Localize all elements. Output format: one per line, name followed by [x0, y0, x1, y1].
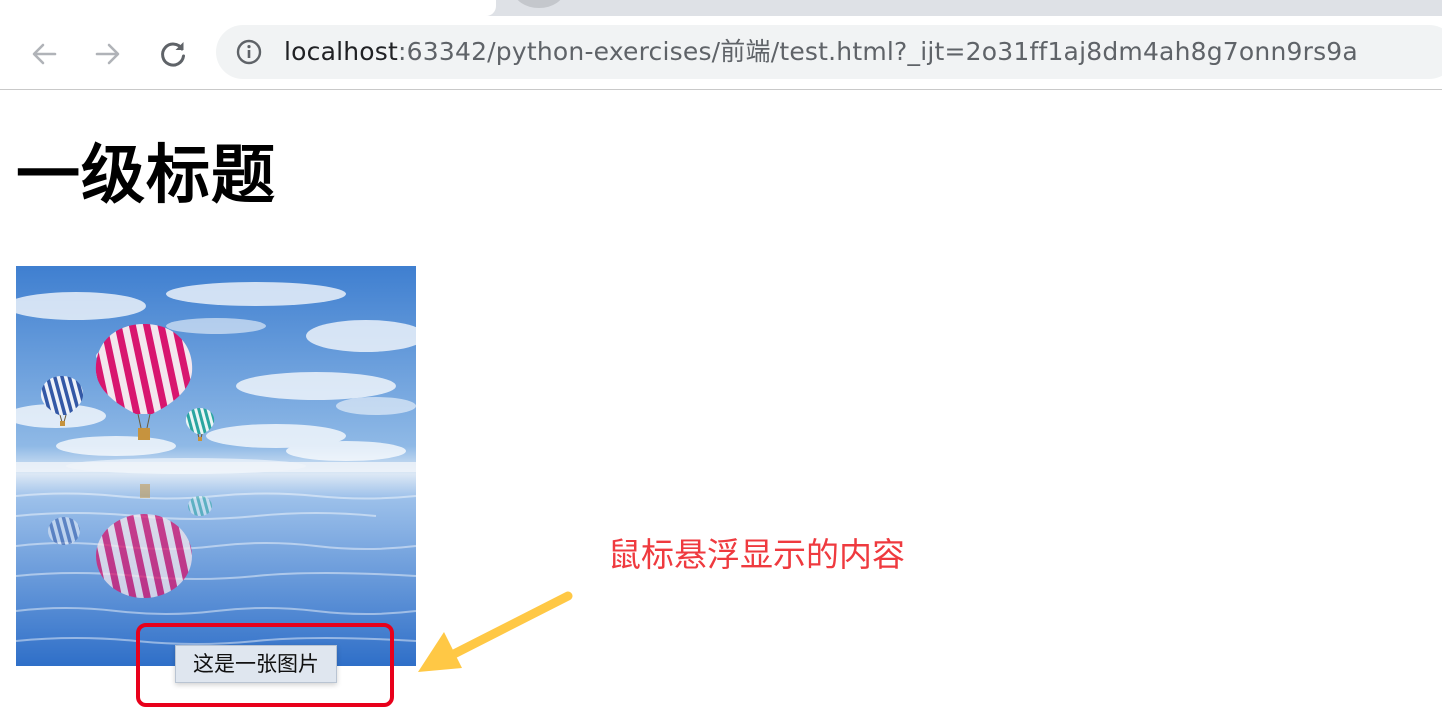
tab-strip: [0, 0, 1442, 16]
back-button[interactable]: [26, 36, 62, 72]
balloon-image[interactable]: [16, 266, 416, 666]
reload-button[interactable]: [155, 36, 191, 72]
url-path: :63342/python-exercises/前端/test.html?_ij…: [398, 37, 1358, 66]
annotation-arrow-icon: [418, 591, 573, 672]
browser-toolbar: localhost:63342/python-exercises/前端/test…: [0, 16, 1442, 90]
arrow-left-icon: [32, 43, 57, 65]
url-text[interactable]: localhost:63342/python-exercises/前端/test…: [284, 38, 1358, 66]
annotation-highlight-box: [136, 623, 394, 707]
forward-button[interactable]: [90, 36, 126, 72]
active-tab[interactable]: [0, 0, 496, 16]
reload-icon: [161, 42, 185, 67]
url-host: localhost: [284, 37, 399, 66]
tab-avatar-icon[interactable]: [514, 0, 564, 8]
arrow-right-icon: [95, 43, 120, 65]
page-heading: 一级标题: [16, 139, 276, 213]
annotation-label: 鼠标悬浮显示的内容: [608, 535, 905, 574]
info-circle-icon[interactable]: [236, 39, 262, 65]
address-bar[interactable]: localhost:63342/python-exercises/前端/test…: [216, 25, 1442, 79]
